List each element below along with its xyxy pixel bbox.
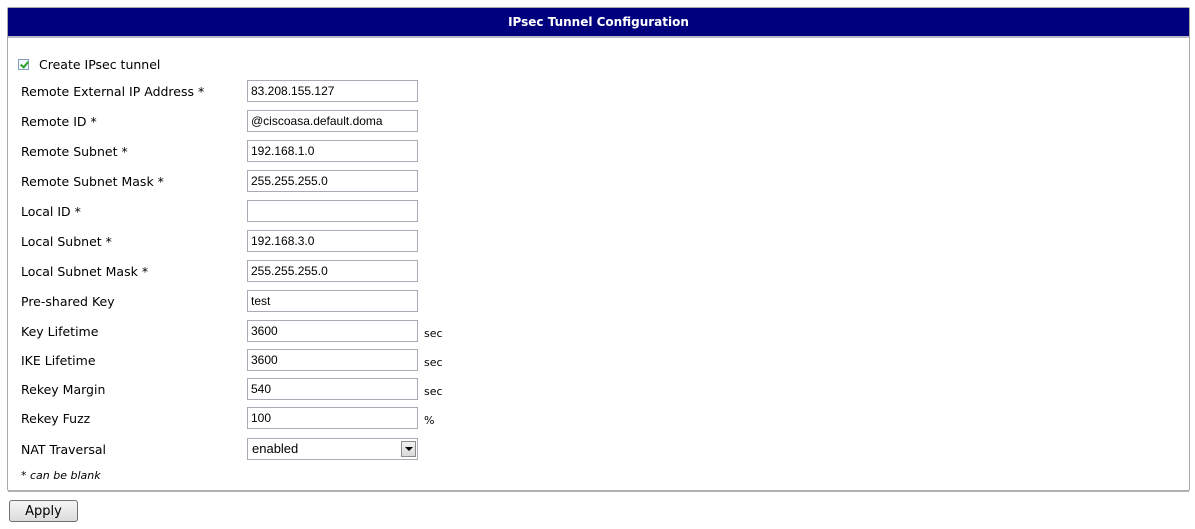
blank-note: * can be blank xyxy=(21,469,101,482)
create-tunnel-checkbox[interactable] xyxy=(18,58,29,70)
panel-title: IPsec Tunnel Configuration xyxy=(8,8,1189,38)
remote-ip-input[interactable]: 83.208.155.127 xyxy=(247,80,418,102)
chevron-down-icon[interactable] xyxy=(401,441,416,457)
field-row-remote-ip: Remote External IP Address * 83.208.155.… xyxy=(21,80,481,102)
nat-traversal-label: NAT Traversal xyxy=(21,442,107,457)
field-row-nat-traversal: NAT Traversal enabled xyxy=(21,438,481,460)
ike-lifetime-unit: sec xyxy=(424,356,443,369)
rekey-margin-unit: sec xyxy=(424,385,443,398)
panel-bottom-divider xyxy=(8,490,1189,492)
local-subnet-input[interactable]: 192.168.3.0 xyxy=(247,230,418,252)
rekey-fuzz-label: Rekey Fuzz xyxy=(21,411,91,426)
ike-lifetime-input[interactable]: 3600 xyxy=(247,349,418,371)
nat-traversal-value: enabled xyxy=(252,441,299,456)
remote-subnet-input[interactable]: 192.168.1.0 xyxy=(247,140,418,162)
create-tunnel-label: Create IPsec tunnel xyxy=(39,56,161,72)
field-row-remote-subnet-mask: Remote Subnet Mask * 255.255.255.0 xyxy=(21,170,481,192)
key-lifetime-unit: sec xyxy=(424,327,443,340)
rekey-fuzz-input[interactable]: 100 xyxy=(247,407,418,429)
local-subnet-mask-input[interactable]: 255.255.255.0 xyxy=(247,260,418,282)
ike-lifetime-label: IKE Lifetime xyxy=(21,353,96,368)
local-subnet-mask-label: Local Subnet Mask * xyxy=(21,264,149,279)
remote-id-input[interactable]: @ciscoasa.default.doma xyxy=(247,110,418,132)
field-row-local-subnet: Local Subnet * 192.168.3.0 xyxy=(21,230,481,252)
rekey-fuzz-unit: % xyxy=(424,414,435,427)
nat-traversal-select[interactable]: enabled xyxy=(247,438,418,460)
remote-subnet-label: Remote Subnet * xyxy=(21,144,128,159)
remote-id-label: Remote ID * xyxy=(21,114,97,129)
psk-input[interactable]: test xyxy=(247,290,418,312)
field-row-key-lifetime: Key Lifetime 3600 sec xyxy=(21,320,481,342)
local-subnet-label: Local Subnet * xyxy=(21,234,112,249)
field-row-psk: Pre-shared Key test xyxy=(21,290,481,312)
field-row-rekey-fuzz: Rekey Fuzz 100 % xyxy=(21,407,481,429)
create-tunnel-row[interactable]: Create IPsec tunnel xyxy=(18,55,160,73)
rekey-margin-label: Rekey Margin xyxy=(21,382,106,397)
field-row-ike-lifetime: IKE Lifetime 3600 sec xyxy=(21,349,481,371)
remote-subnet-mask-input[interactable]: 255.255.255.0 xyxy=(247,170,418,192)
field-row-local-subnet-mask: Local Subnet Mask * 255.255.255.0 xyxy=(21,260,481,282)
field-row-rekey-margin: Rekey Margin 540 sec xyxy=(21,378,481,400)
psk-label: Pre-shared Key xyxy=(21,294,115,309)
local-id-label: Local ID * xyxy=(21,204,81,219)
ipsec-config-panel: IPsec Tunnel Configuration Create IPsec … xyxy=(7,7,1190,492)
local-id-input[interactable] xyxy=(247,200,418,222)
apply-button[interactable]: Apply xyxy=(9,500,78,522)
key-lifetime-label: Key Lifetime xyxy=(21,324,99,339)
remote-ip-label: Remote External IP Address * xyxy=(21,84,205,99)
field-row-local-id: Local ID * xyxy=(21,200,481,222)
field-row-remote-subnet: Remote Subnet * 192.168.1.0 xyxy=(21,140,481,162)
remote-subnet-mask-label: Remote Subnet Mask * xyxy=(21,174,164,189)
rekey-margin-input[interactable]: 540 xyxy=(247,378,418,400)
key-lifetime-input[interactable]: 3600 xyxy=(247,320,418,342)
field-row-remote-id: Remote ID * @ciscoasa.default.doma xyxy=(21,110,481,132)
